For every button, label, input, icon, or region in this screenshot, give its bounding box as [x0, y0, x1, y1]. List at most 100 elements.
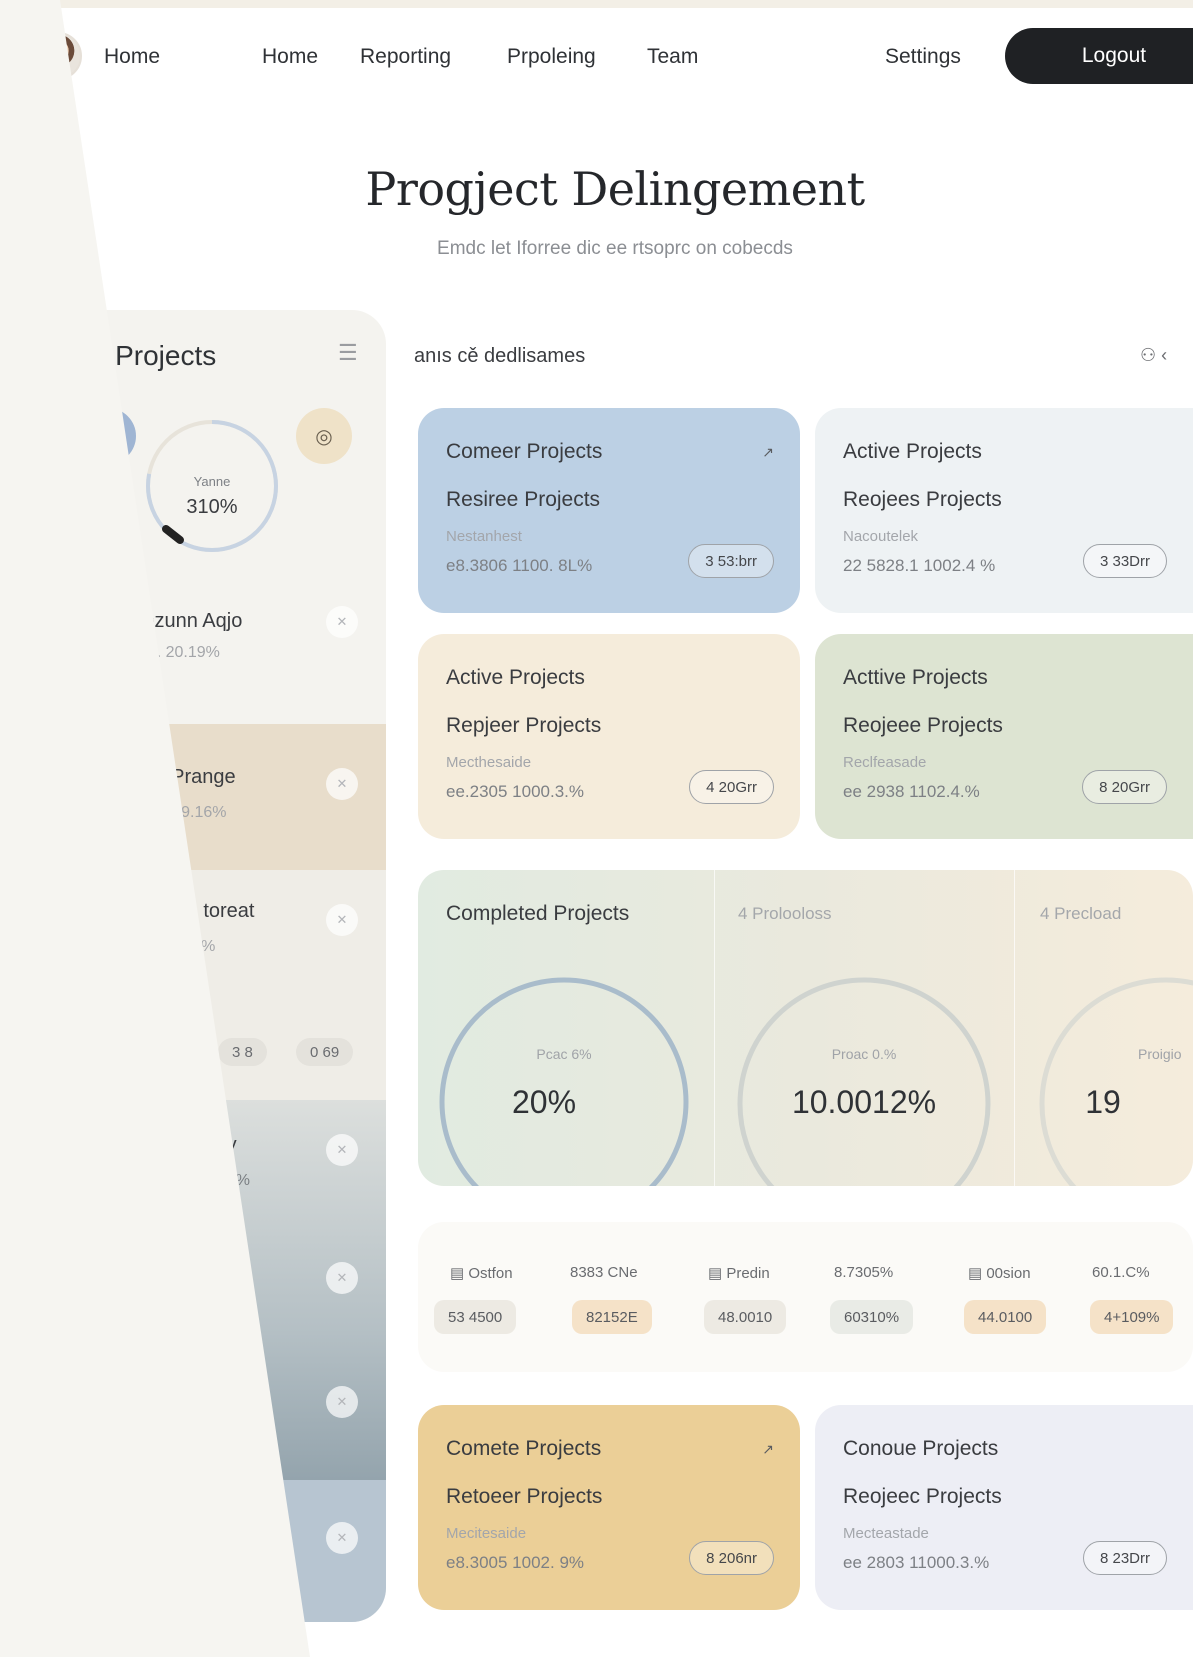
- close-icon[interactable]: ✕: [326, 1386, 358, 1418]
- chart-icon: ▤: [968, 1265, 987, 1282]
- metric-ring: [1039, 977, 1193, 1186]
- card-pill[interactable]: 3 33Drr: [1082, 544, 1167, 578]
- card-subtitle: Reojeee Projects: [843, 714, 1003, 737]
- project-card[interactable]: Acttive Projects Reojeee Projects Reclfe…: [815, 634, 1193, 839]
- metric-value: 20%: [511, 1084, 577, 1120]
- chart-icon: ▤: [450, 1265, 469, 1282]
- stat-pill[interactable]: 4+109%: [1090, 1300, 1174, 1334]
- stat-label: ▤ 00sion: [968, 1264, 1031, 1282]
- metric-label: Proigio: [1138, 1046, 1182, 1062]
- chevron-left-icon[interactable]: ‹: [1161, 345, 1167, 365]
- card-pill[interactable]: 3 53:brr: [688, 544, 774, 578]
- nav-link-reporting[interactable]: Reporting: [360, 45, 451, 69]
- close-icon[interactable]: ✕: [326, 904, 358, 936]
- completed-col3-label: 4 Precload: [1040, 904, 1122, 923]
- stat-label: ▤ Predin: [708, 1264, 770, 1282]
- page-subtitle: Emdc let Iforree dic ee rtsoprc on cobec…: [437, 238, 793, 259]
- ring-value: 310%: [186, 496, 238, 518]
- card-pill[interactable]: 8 206nr: [689, 1541, 774, 1575]
- card-note: Nacoutelek: [843, 528, 919, 545]
- column-divider: [1014, 870, 1015, 1186]
- project-card[interactable]: Conoue Projects Reojeec Projects Mecteas…: [815, 1405, 1193, 1610]
- card-title: Active Projects: [446, 666, 585, 689]
- card-title: Acttive Projects: [843, 666, 988, 689]
- project-card[interactable]: Active Projects Repjeer Projects Mecthes…: [418, 634, 800, 839]
- card-value: 22 5828.1 1002.4 %: [843, 556, 996, 575]
- section-actions: ⚇ ‹: [1140, 345, 1167, 366]
- project-card[interactable]: Comeer Projects ↗ Resiree Projects Nesta…: [418, 408, 800, 613]
- project-card[interactable]: Active Projects Reojees Projects Nacoute…: [815, 408, 1193, 613]
- stat-pill[interactable]: 60310%: [830, 1300, 914, 1334]
- nav-brand[interactable]: Home: [104, 45, 160, 69]
- stat-label-text: Ostfon: [468, 1265, 513, 1282]
- card-title: Comete Projects: [446, 1437, 602, 1460]
- card-value: ee.2305 1000.3.%: [446, 782, 585, 801]
- metric-value: 19: [1085, 1084, 1121, 1120]
- stat-pill[interactable]: 44.0100: [964, 1300, 1047, 1334]
- stat-label: 8.7305%: [834, 1264, 894, 1281]
- card-pill[interactable]: 8 20Grr: [1082, 770, 1167, 804]
- metric-label: Pcac 6%: [536, 1046, 592, 1062]
- sidebar-pill[interactable]: 3 8: [218, 1038, 267, 1066]
- card-title: Comeer Projects: [446, 440, 603, 463]
- nav-link-team[interactable]: Team: [647, 45, 698, 69]
- user-icon[interactable]: ⚇: [1140, 345, 1156, 365]
- metric-value: 10.0012%: [791, 1084, 937, 1120]
- card-note: Nestanhest: [446, 528, 522, 545]
- stat-label-text: Predin: [726, 1265, 770, 1282]
- card-value: ee 2938 1102.4.%: [843, 782, 980, 801]
- stat-label: 8383 CNe: [570, 1264, 638, 1281]
- sidebar-pill[interactable]: 0 69: [296, 1038, 354, 1066]
- project-card[interactable]: Comete Projects ↗ Retoeer Projects Mecit…: [418, 1405, 800, 1610]
- logout-label: Logout: [1081, 44, 1147, 67]
- chart-icon: ▤: [708, 1265, 727, 1282]
- card-title: Active Projects: [843, 440, 982, 463]
- card-note: Reclfeasade: [843, 754, 927, 771]
- card-title: Conoue Projects: [843, 1437, 999, 1460]
- card-pill[interactable]: 8 23Drr: [1082, 1541, 1167, 1575]
- arrow-up-right-icon[interactable]: ↗: [762, 1441, 774, 1458]
- completed-title: Completed Projects: [446, 902, 630, 925]
- card-value: e8.3806 1100. 8L%: [446, 556, 593, 575]
- card-subtitle: Retoeer Projects: [446, 1485, 603, 1508]
- ring-label: Yanne: [193, 474, 231, 489]
- completed-projects-panel: Completed Projects 4 Prolooloss 4 Preclo…: [418, 870, 1193, 1186]
- card-subtitle: Reojees Projects: [843, 488, 1002, 511]
- logout-button[interactable]: Logout: [1005, 28, 1193, 84]
- card-note: Mecteastade: [843, 1525, 929, 1542]
- page-title: Progject Delingement: [365, 162, 865, 216]
- card-note: Mecitesaide: [446, 1525, 527, 1542]
- card-value: e8.3005 1002. 9%: [446, 1553, 585, 1572]
- close-icon[interactable]: ✕: [326, 768, 358, 800]
- section-label: anıs cě dedlisames: [414, 345, 586, 367]
- card-subtitle: Resiree Projects: [446, 488, 601, 511]
- top-nav: Home Home Reporting Prpoleing Team Setti…: [0, 0, 1193, 110]
- stat-label-text: 00sion: [986, 1265, 1031, 1282]
- card-value: ee 2803 11000.3.%: [843, 1553, 990, 1572]
- hamburger-icon[interactable]: ☰: [338, 340, 358, 366]
- arrow-up-right-icon[interactable]: ↗: [762, 444, 774, 461]
- nav-link-settings[interactable]: Settings: [885, 45, 961, 69]
- stat-pill[interactable]: 48.0010: [704, 1300, 787, 1334]
- settings-icon[interactable]: ◎: [296, 408, 352, 464]
- stats-row: ▤ Ostfon 8383 CNe ▤ Predin 8.7305% ▤ 00s…: [418, 1222, 1193, 1372]
- completed-col2-label: 4 Prolooloss: [738, 904, 832, 923]
- stat-pill[interactable]: 82152E: [572, 1300, 652, 1334]
- nav-link-prpoleing[interactable]: Prpoleing: [507, 45, 596, 69]
- close-icon[interactable]: ✕: [326, 1134, 358, 1166]
- card-subtitle: Reojeec Projects: [843, 1485, 1002, 1508]
- card-subtitle: Repjeer Projects: [446, 714, 602, 737]
- stat-label: 60.1.C%: [1092, 1264, 1150, 1281]
- metric-ring: [737, 977, 991, 1186]
- close-icon[interactable]: ✕: [326, 1262, 358, 1294]
- nav-link-home[interactable]: Home: [262, 45, 318, 69]
- metric-ring: [439, 977, 689, 1186]
- stat-label: ▤ Ostfon: [450, 1264, 513, 1282]
- close-icon[interactable]: ✕: [326, 1522, 358, 1554]
- column-divider: [714, 870, 715, 1186]
- card-pill[interactable]: 4 20Grr: [689, 770, 774, 804]
- close-icon[interactable]: ✕: [326, 606, 358, 638]
- metric-label: Proac 0.%: [831, 1046, 897, 1062]
- stat-pill[interactable]: 53 4500: [434, 1300, 517, 1334]
- card-note: Mecthesaide: [446, 754, 532, 771]
